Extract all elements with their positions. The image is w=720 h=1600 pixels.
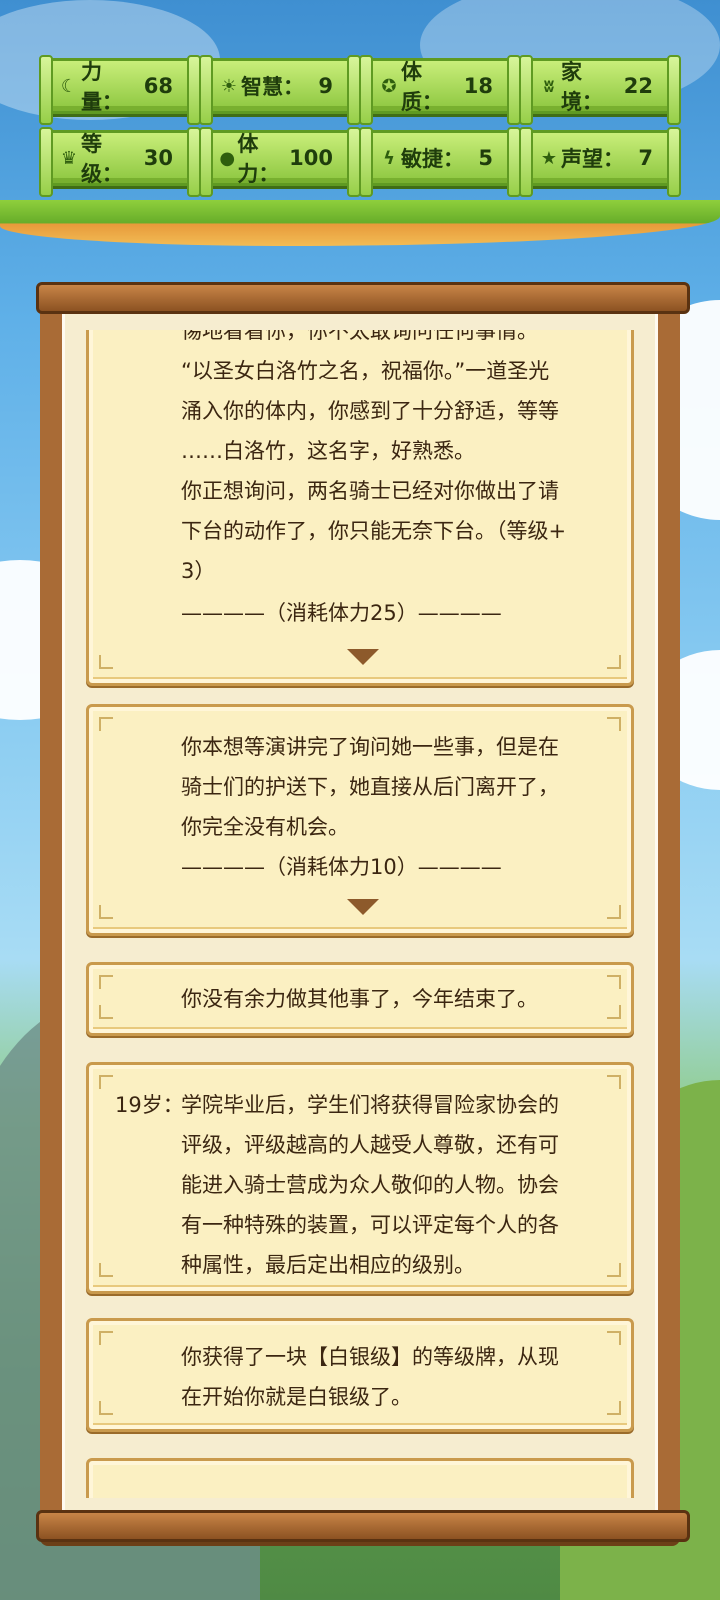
stat-label: 智慧：: [241, 75, 304, 99]
event-text-line: 你完全没有机会。: [181, 815, 349, 839]
stat-label: 家境：: [560, 60, 603, 114]
card-corner-ornament: [99, 717, 113, 731]
stat-value: 7: [638, 146, 653, 170]
event-text-line: 涌入你的体内，你感到了十分舒适，等等: [181, 399, 559, 423]
stat-plaque: ʬ 家境： 22: [519, 55, 681, 125]
stat-label: 体力：: [237, 132, 280, 186]
stat-plaque: ☾ 力量： 68: [39, 55, 201, 125]
stat-plaque: ♛ 等级： 30: [39, 127, 201, 197]
card-corner-ornament: [607, 905, 621, 919]
reputation-icon: ★: [540, 147, 558, 169]
attribute-panel: ☾ 力量： 68 ☀ 智慧： 9 ✪ 体质： 18 ʬ 家境： 22 ♛ 等级： 30 ● 体力： 100 ϟ 敏捷：…: [0, 0, 720, 215]
expand-arrow-icon[interactable]: [347, 649, 379, 665]
stat-plaque: ϟ 敏捷： 5: [359, 127, 521, 197]
scroll-bottom-rod: [36, 1510, 690, 1542]
event-text-line: 能进入骑士营成为众人敬仰的人物。协会: [181, 1173, 559, 1197]
scroll-top-rod: [36, 282, 690, 314]
card-corner-ornament: [99, 1331, 113, 1345]
event-text-line: 评级，评级越高的人越受人尊敬，还有可: [181, 1133, 559, 1157]
stat-label: 等级：: [80, 132, 123, 186]
expand-arrow-icon[interactable]: [347, 899, 379, 915]
stat-plaque: ★ 声望： 7: [519, 127, 681, 197]
event-text-line: 3）: [181, 559, 216, 583]
strength-icon: ☾: [60, 75, 78, 97]
card-corner-ornament: [99, 975, 113, 989]
card-corner-ornament: [607, 655, 621, 669]
event-card: 惕地看看你，你不太敢询问任何事情。 “以圣女白洛竹之名，祝福你。”一道圣光 涌入…: [86, 330, 634, 686]
stat-value: 18: [463, 74, 493, 98]
stat-value: 68: [143, 74, 173, 98]
event-card: 你获得了一块【白银级】的等级牌，从现 在开始你就是白银级了。: [86, 1318, 634, 1432]
stat-plaque: ✪ 体质： 18: [359, 55, 521, 125]
card-corner-ornament: [99, 905, 113, 919]
stamina-cost-label: ————（消耗体力25）————: [181, 601, 502, 625]
stat-value: 9: [318, 74, 333, 98]
event-text-line: 惕地看看你，你不太敢询问任何事情。: [181, 330, 538, 343]
event-text-line: “以圣女白洛竹之名，祝福你。”一道圣光: [181, 359, 550, 383]
card-corner-ornament: [99, 1005, 113, 1019]
agility-icon: ϟ: [383, 147, 395, 169]
stamina-cost-label: ————（消耗体力10）————: [181, 855, 502, 879]
stat-value: 30: [143, 146, 173, 170]
event-text-line: ……白洛竹，这名字，好熟悉。: [181, 439, 475, 463]
age-label: 19岁：: [115, 1093, 184, 1117]
stat-label: 敏捷：: [401, 147, 464, 171]
stamina-icon: ●: [219, 147, 236, 169]
event-text-line: 你本想等演讲完了询问她一些事，但是在: [181, 735, 559, 759]
stat-value: 22: [623, 74, 653, 98]
card-corner-ornament: [99, 655, 113, 669]
event-card: 19岁： 学院毕业后，学生们将获得冒险家协会的 评级，评级越高的人越受人尊敬，还…: [86, 1062, 634, 1294]
event-card: 你没有余力做其他事了，今年结束了。: [86, 962, 634, 1036]
stat-label: 力量：: [80, 60, 123, 114]
constitution-icon: ✪: [381, 75, 397, 97]
event-text-line: 种属性，最后定出相应的级别。: [181, 1253, 475, 1277]
family-icon: ʬ: [543, 75, 555, 97]
event-text-line: 下台的动作了，你只能无奈下台。（等级+: [181, 519, 567, 543]
event-log[interactable]: 惕地看看你，你不太敢询问任何事情。 “以圣女白洛竹之名，祝福你。”一道圣光 涌入…: [86, 330, 636, 1498]
stat-label: 声望：: [561, 147, 624, 171]
card-corner-ornament: [99, 1263, 113, 1277]
card-corner-ornament: [99, 1401, 113, 1415]
header-divider: [0, 200, 720, 246]
wisdom-icon: ☀: [220, 75, 238, 97]
event-text-line: 有一种特殊的装置，可以评定每个人的各: [181, 1213, 559, 1237]
stat-plaque: ● 体力： 100: [199, 127, 361, 197]
event-text-line: 在开始你就是白银级了。: [181, 1385, 412, 1409]
event-text-line: 骑士们的护送下，她直接从后门离开了，: [181, 775, 559, 799]
stat-value: 5: [478, 146, 493, 170]
event-text-line: 你没有余力做其他事了，今年结束了。: [181, 987, 538, 1011]
event-card: [86, 1458, 634, 1498]
event-card: 你本想等演讲完了询问她一些事，但是在 骑士们的护送下，她直接从后门离开了， 你完…: [86, 704, 634, 936]
stat-plaque: ☀ 智慧： 9: [199, 55, 361, 125]
stat-label: 体质：: [400, 60, 443, 114]
event-text-line: 你正想询问，两名骑士已经对你做出了请: [181, 479, 559, 503]
stat-value: 100: [289, 146, 333, 170]
event-text-line: 你获得了一块【白银级】的等级牌，从现: [181, 1345, 559, 1369]
level-icon: ♛: [60, 147, 78, 169]
card-corner-ornament: [99, 1075, 113, 1089]
event-text-line: 学院毕业后，学生们将获得冒险家协会的: [181, 1093, 559, 1117]
